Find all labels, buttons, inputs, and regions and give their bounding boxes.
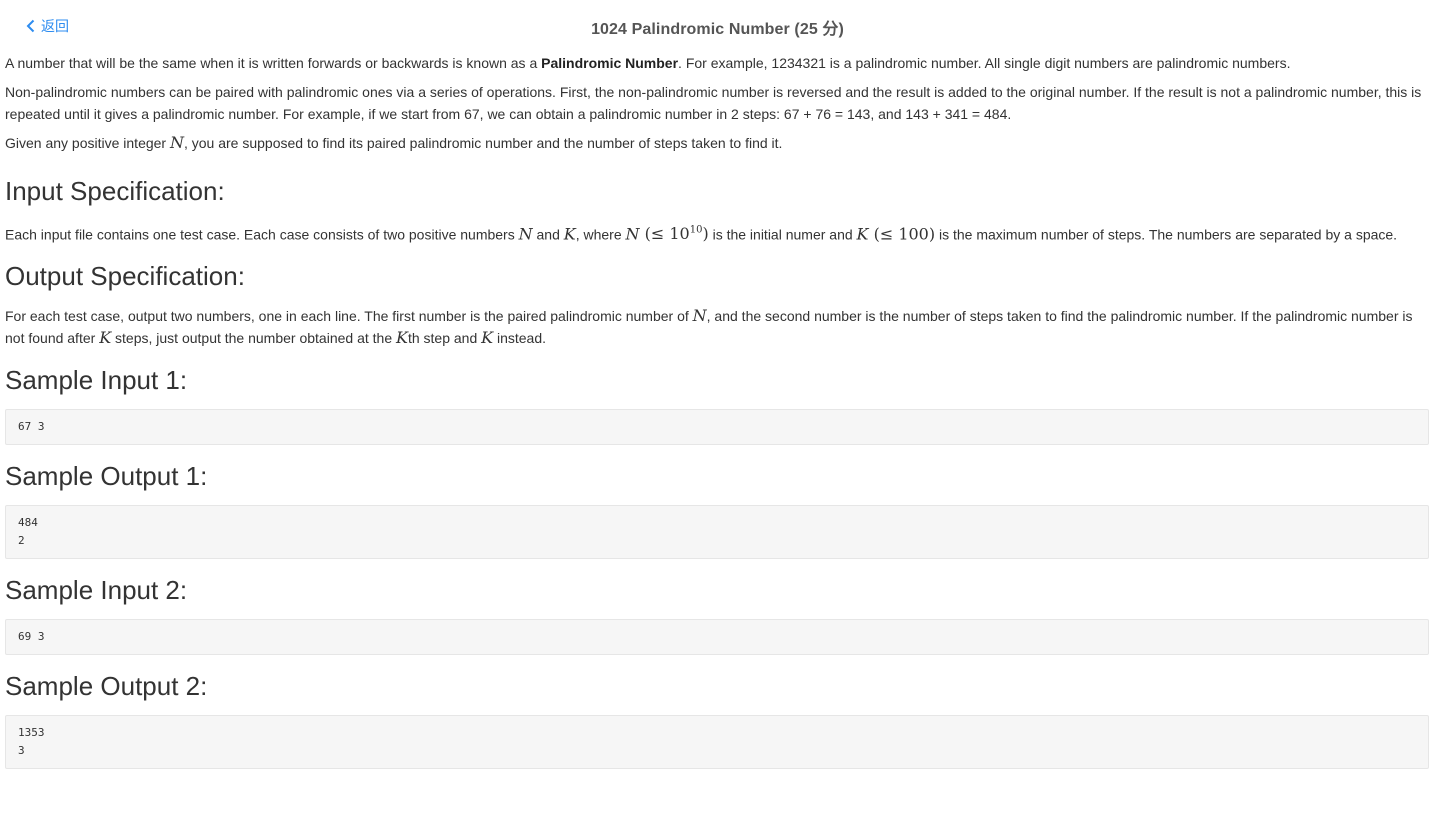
sample-output-2-code: 1353 3 xyxy=(5,715,1429,770)
math-range-k: (≤ 100) xyxy=(868,224,936,244)
math-var-n: N xyxy=(625,224,640,244)
math-var-n: N xyxy=(518,224,533,244)
top-bar: 返回 1024 Palindromic Number (25 分) xyxy=(0,0,1435,52)
input-spec-heading: Input Specification: xyxy=(5,176,225,206)
math-var-k: K xyxy=(856,224,869,244)
page-title: 1024 Palindromic Number (25 分) xyxy=(591,21,844,38)
sample-output-1-heading: Sample Output 1: xyxy=(5,461,208,492)
sample-output-2-heading: Sample Output 2: xyxy=(5,671,208,702)
sample-output-1-code: 484 2 xyxy=(5,505,1429,560)
output-spec-text: For each test case, output two numbers, … xyxy=(5,306,1413,348)
sample-input-2-code: 69 3 xyxy=(5,619,1429,656)
math-var-n: N xyxy=(169,133,184,152)
sample-input-1-heading: Sample Input 1: xyxy=(5,365,188,396)
description-paragraph-2: Non-palindromic numbers can be paired wi… xyxy=(5,84,1422,122)
math-var-k: K xyxy=(99,328,112,348)
math-range-n: (≤ 1010) xyxy=(639,224,709,244)
math-var-n: N xyxy=(692,306,707,326)
sample-input-2-heading: Sample Input 2: xyxy=(5,575,188,606)
problem-content: A number that will be the same when it i… xyxy=(0,52,1435,770)
sample-input-1-code: 67 3 xyxy=(5,409,1429,446)
input-spec-text: Each input file contains one test case. … xyxy=(5,224,1398,244)
output-spec-heading: Output Specification: xyxy=(5,261,245,292)
description-paragraph-1: A number that will be the same when it i… xyxy=(5,55,1291,71)
math-var-k: K xyxy=(563,224,576,244)
math-var-k: K xyxy=(396,328,408,348)
math-var-k: K xyxy=(481,328,494,348)
description-paragraph-3: Given any positive integer N, you are su… xyxy=(5,133,783,152)
term-palindromic-number: Palindromic Number xyxy=(541,55,679,71)
